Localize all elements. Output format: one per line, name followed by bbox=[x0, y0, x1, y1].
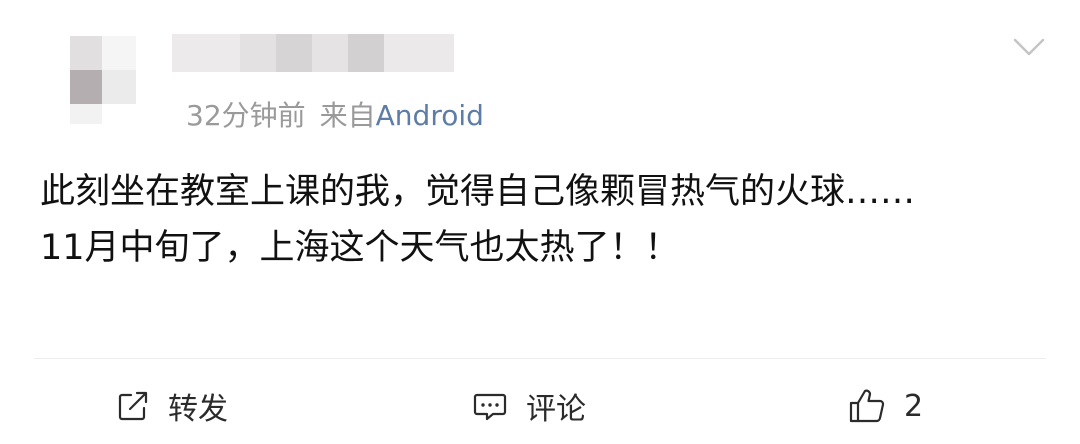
source-label: 来自 bbox=[319, 99, 376, 132]
comment-icon bbox=[472, 389, 508, 423]
post-content: 此刻坐在教室上课的我，觉得自己像颗冒热气的火球…… 11月中旬了，上海这个天气也… bbox=[40, 164, 1030, 276]
action-bar: 转发 评论 2 bbox=[0, 378, 1080, 434]
weibo-post-card: 32分钟前 来自Android 此刻坐在教室上课的我，觉得自己像颗冒热气的火球……… bbox=[0, 0, 1080, 444]
username-blur-segment bbox=[312, 34, 348, 72]
avatar-blur-block bbox=[70, 36, 102, 70]
username-blur-segment bbox=[384, 34, 454, 72]
post-meta: 32分钟前 来自Android bbox=[186, 96, 484, 136]
comment-button[interactable]: 评论 bbox=[472, 378, 586, 434]
avatar[interactable] bbox=[34, 18, 164, 148]
username-blur-segment bbox=[348, 34, 384, 72]
repost-label: 转发 bbox=[168, 392, 228, 427]
avatar-blur-block bbox=[70, 104, 102, 124]
username-blur-segment bbox=[276, 34, 312, 72]
comment-label: 评论 bbox=[526, 392, 586, 427]
post-time: 32分钟前 bbox=[186, 99, 306, 132]
avatar-blur-block bbox=[70, 70, 102, 104]
username-blurred[interactable] bbox=[172, 34, 454, 72]
share-icon bbox=[116, 389, 150, 423]
post-text-line: 11月中旬了，上海这个天气也太热了！！ bbox=[40, 228, 680, 268]
repost-button[interactable]: 转发 bbox=[116, 378, 228, 434]
like-button[interactable]: 2 bbox=[848, 378, 923, 434]
like-count: 2 bbox=[904, 388, 924, 424]
avatar-blur-block bbox=[102, 70, 136, 104]
post-text-line: 此刻坐在教室上课的我，觉得自己像颗冒热气的火球…… bbox=[40, 172, 916, 212]
avatar-blur-block bbox=[102, 36, 136, 70]
thumbs-up-icon bbox=[848, 388, 886, 424]
username-blur-segment bbox=[172, 34, 240, 72]
chevron-down-icon[interactable] bbox=[1012, 34, 1046, 60]
divider bbox=[34, 358, 1046, 359]
username-blur-segment bbox=[240, 34, 276, 72]
source-link[interactable]: Android bbox=[376, 99, 484, 132]
